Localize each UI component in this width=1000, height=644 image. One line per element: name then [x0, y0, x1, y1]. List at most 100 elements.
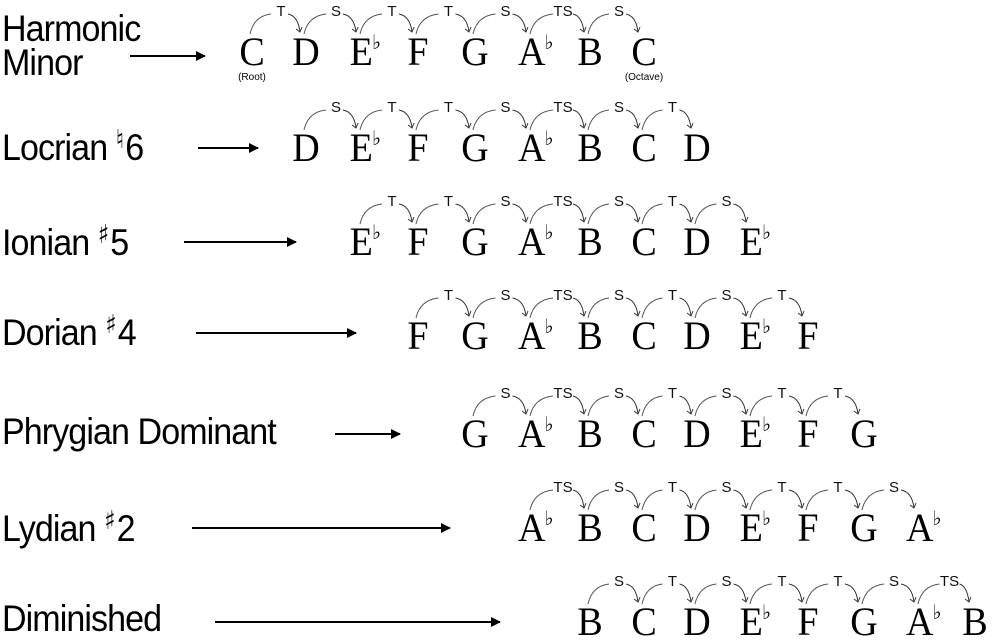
note: F: [797, 505, 819, 550]
octave-caption: (Octave): [624, 72, 664, 83]
note: G: [850, 505, 878, 550]
note-letter: A: [906, 599, 934, 644]
note: C: [631, 411, 657, 456]
sharp-icon: ♯: [104, 506, 116, 536]
mode-label: Diminished: [2, 598, 162, 639]
interval-label: T: [667, 99, 678, 116]
interval-label: S: [888, 479, 900, 496]
interval-label: S: [613, 479, 625, 496]
sharp-icon: ♯: [105, 310, 117, 340]
flat-icon: ♭: [544, 126, 554, 150]
interval-label: TS: [553, 193, 573, 210]
note-letter: A: [518, 125, 546, 170]
note: B: [577, 411, 603, 456]
note: B: [962, 599, 988, 644]
interval-label: S: [500, 193, 511, 210]
natural-icon: ♮: [115, 125, 125, 155]
interval-label: T: [833, 479, 843, 496]
note-letter: A: [518, 29, 546, 74]
interval-label: T: [777, 287, 787, 304]
mode-label: Dorian ♯4: [2, 310, 137, 351]
flat-icon: ♭: [371, 126, 381, 150]
interval-label: S: [721, 287, 732, 304]
interval-label: S: [613, 385, 625, 402]
flat-icon: ♭: [761, 506, 771, 530]
flat-icon: ♭: [932, 506, 942, 530]
note: A♭: [518, 128, 553, 168]
interval-label: TS: [553, 479, 573, 496]
note-letter: E: [739, 219, 763, 264]
degree-number: 5: [110, 222, 129, 263]
note: F: [797, 313, 819, 358]
note: B: [577, 125, 603, 170]
note: C: [239, 29, 265, 74]
note: E♭: [740, 222, 771, 262]
flat-icon: ♭: [371, 220, 381, 244]
modes-diagram: Harmonic Minor C D E♭ F G A♭ B C T S T T S TS S (Root) (Oc…: [0, 0, 1000, 643]
flat-icon: ♭: [544, 412, 554, 436]
flat-icon: ♭: [544, 220, 554, 244]
interval-label: T: [387, 99, 397, 116]
note-letter: A: [906, 505, 934, 550]
note: G: [461, 411, 489, 456]
note: D: [683, 411, 711, 456]
interval-label: S: [721, 573, 732, 590]
note: D: [683, 219, 711, 264]
interval-label: S: [613, 3, 625, 20]
interval-label: T: [276, 3, 286, 20]
note: F: [797, 599, 819, 644]
interval-label: S: [500, 3, 511, 20]
flat-icon: ♭: [761, 600, 771, 624]
note: D: [683, 599, 711, 644]
flat-icon: ♭: [544, 506, 554, 530]
interval-label: T: [443, 3, 454, 20]
note-letter: E: [349, 125, 373, 170]
mode-name: Phrygian Dominant: [2, 411, 277, 452]
flat-icon: ♭: [761, 314, 771, 338]
note: B: [577, 219, 603, 264]
mode-name: Lydian: [2, 508, 105, 549]
flat-icon: ♭: [544, 314, 554, 338]
note-letter: E: [739, 313, 763, 358]
note: A♭: [518, 222, 553, 262]
interval-label: S: [888, 573, 900, 590]
interval-label: T: [777, 479, 787, 496]
interval-label: T: [833, 573, 843, 590]
note: G: [461, 125, 489, 170]
interval-label: TS: [553, 3, 573, 20]
note: F: [407, 313, 429, 358]
note-letter: E: [349, 29, 373, 74]
note: E♭: [740, 508, 771, 548]
interval-label: TS: [553, 99, 573, 116]
note: D: [683, 313, 711, 358]
note: E♭: [740, 414, 771, 454]
note-letter: E: [349, 219, 373, 264]
interval-label: S: [613, 287, 625, 304]
note-letter: A: [518, 505, 546, 550]
note: C: [631, 125, 657, 170]
degree-number: 2: [116, 508, 136, 549]
interval-label: TS: [553, 287, 573, 304]
interval-label: TS: [939, 573, 960, 590]
note: F: [407, 219, 429, 264]
note: D: [683, 125, 711, 170]
interval-label: T: [443, 193, 454, 210]
interval-label: TS: [553, 385, 573, 402]
mode-name: Diminished: [2, 598, 162, 639]
interval-label: S: [721, 479, 732, 496]
interval-label: S: [613, 573, 625, 590]
mode-label: Phrygian Dominant: [2, 411, 277, 452]
interval-label: T: [387, 193, 397, 210]
note-letter: A: [518, 313, 546, 358]
flat-icon: ♭: [761, 412, 771, 436]
note-letter: A: [518, 411, 546, 456]
mode-label-line: Harmonic: [2, 8, 141, 49]
note: E♭: [740, 316, 771, 356]
note: G: [461, 29, 489, 74]
note: G: [850, 599, 878, 644]
interval-label: T: [443, 287, 454, 304]
note: F: [407, 29, 429, 74]
note: C: [631, 599, 657, 644]
mode-label: Locrian ♮6: [2, 125, 144, 166]
interval-label: S: [500, 99, 511, 116]
